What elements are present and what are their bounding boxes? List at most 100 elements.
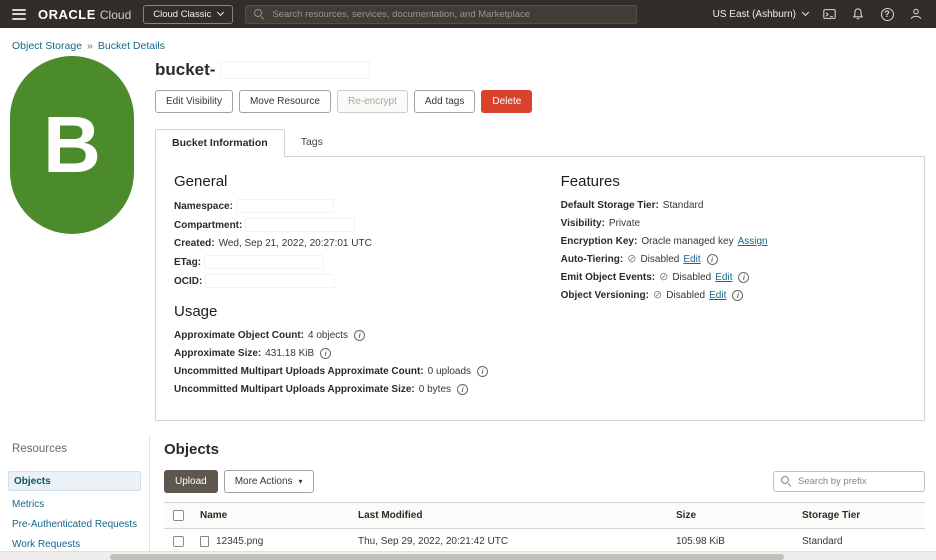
emit-object-events-value: Disabled: [672, 272, 711, 283]
disabled-icon: ⊘: [653, 290, 662, 301]
usage-multipart-size-row: Uncommitted Multipart Uploads Approximat…: [174, 384, 555, 395]
usage-multipart-count-row: Uncommitted Multipart Uploads Approximat…: [174, 366, 555, 377]
ocid-row: OCID:: [174, 275, 555, 287]
tab-bucket-information[interactable]: Bucket Information: [155, 129, 285, 157]
region-selector[interactable]: US East (Ashburn): [713, 9, 808, 20]
emit-object-events-label: Emit Object Events:: [561, 272, 655, 283]
sidebar-item-metrics[interactable]: Metrics: [0, 494, 149, 514]
info-icon[interactable]: i: [707, 254, 718, 265]
usage-multipart-count-value: 0 uploads: [428, 366, 471, 377]
storage-tier-value: Standard: [663, 200, 704, 211]
breadcrumb: Object Storage » Bucket Details: [0, 28, 936, 52]
visibility-row: Visibility: Private: [561, 218, 906, 229]
upload-button[interactable]: Upload: [164, 470, 218, 493]
object-versioning-edit-link[interactable]: Edit: [709, 290, 726, 301]
compartment-row: Compartment:: [174, 219, 555, 231]
assign-link[interactable]: Assign: [738, 236, 768, 247]
info-icon[interactable]: i: [738, 272, 749, 283]
brand-oracle: ORACLE: [38, 7, 96, 22]
usage-object-count-row: Approximate Object Count: 4 objects i: [174, 330, 555, 341]
objects-heading: Objects: [164, 441, 925, 458]
auto-tiering-row: Auto-Tiering: ⊘ Disabled Edit i: [561, 254, 906, 265]
delete-button[interactable]: Delete: [481, 90, 532, 113]
cloud-shell-icon[interactable]: [821, 6, 837, 22]
objects-table-header-row: Name Last Modified Size Storage Tier: [164, 503, 925, 529]
visibility-value: Private: [609, 218, 640, 229]
visibility-label: Visibility:: [561, 218, 605, 229]
more-actions-button[interactable]: More Actions ▾: [224, 470, 314, 493]
sidebar-item-pre-authenticated-requests[interactable]: Pre-Authenticated Requests: [0, 514, 149, 534]
global-search-input[interactable]: [272, 9, 628, 20]
help-icon[interactable]: ?: [879, 6, 895, 22]
storage-tier-row: Default Storage Tier: Standard: [561, 200, 906, 211]
usage-object-count-value: 4 objects: [308, 330, 348, 341]
column-header-size: Size: [668, 503, 794, 529]
column-header-last-modified: Last Modified: [350, 503, 668, 529]
search-icon: [254, 9, 265, 20]
scrollbar-thumb[interactable]: [110, 554, 784, 560]
horizontal-scrollbar[interactable]: [0, 551, 936, 560]
auto-tiering-edit-link[interactable]: Edit: [683, 254, 700, 265]
features-section: Features Default Storage Tier: Standard …: [555, 173, 906, 402]
encryption-key-row: Encryption Key: Oracle managed key Assig…: [561, 236, 906, 247]
move-resource-button[interactable]: Move Resource: [239, 90, 331, 113]
add-tags-button[interactable]: Add tags: [414, 90, 475, 113]
breadcrumb-object-storage[interactable]: Object Storage: [12, 40, 82, 52]
profile-icon[interactable]: [908, 6, 924, 22]
hamburger-menu-icon[interactable]: [12, 9, 26, 20]
bucket-information-panel: General Namespace: Compartment: Created:…: [155, 156, 925, 421]
breadcrumb-separator: »: [87, 40, 93, 52]
header-right: US East (Ashburn) ?: [713, 6, 924, 22]
redacted-ocid-value: [206, 275, 334, 287]
etag-row: ETag:: [174, 256, 555, 268]
lower-section: Resources Objects Metrics Pre-Authentica…: [0, 435, 936, 560]
disabled-icon: ⊘: [627, 254, 636, 265]
bucket-badge-icon: B: [10, 56, 134, 234]
app-header: ORACLE Cloud Cloud Classic US East (Ashb…: [0, 0, 936, 28]
usage-size-label: Approximate Size:: [174, 348, 261, 359]
re-encrypt-button[interactable]: Re-encrypt: [337, 90, 408, 113]
emit-object-events-edit-link[interactable]: Edit: [715, 272, 732, 283]
tabstrip: Bucket Information Tags: [155, 129, 925, 156]
chevron-down-icon: [802, 9, 809, 16]
auto-tiering-value: Disabled: [640, 254, 679, 265]
namespace-row: Namespace:: [174, 200, 555, 212]
column-header-name: Name: [192, 503, 350, 529]
info-icon[interactable]: i: [732, 290, 743, 301]
tab-tags[interactable]: Tags: [285, 129, 339, 156]
encryption-key-label: Encryption Key:: [561, 236, 638, 247]
auto-tiering-label: Auto-Tiering:: [561, 254, 624, 265]
redacted-bucket-name: [221, 62, 369, 78]
main-content: bucket- Edit Visibility Move Resource Re…: [155, 60, 936, 421]
features-heading: Features: [561, 173, 906, 190]
resources-sidebar: Resources Objects Metrics Pre-Authentica…: [0, 435, 150, 560]
page-title: bucket-: [155, 60, 215, 80]
caret-down-icon: ▾: [299, 478, 303, 486]
breadcrumb-bucket-details[interactable]: Bucket Details: [98, 40, 165, 52]
emit-object-events-row: Emit Object Events: ⊘ Disabled Edit i: [561, 272, 906, 283]
prefix-search[interactable]: [773, 471, 925, 492]
created-row: Created: Wed, Sep 21, 2022, 20:27:01 UTC: [174, 238, 555, 249]
created-value: Wed, Sep 21, 2022, 20:27:01 UTC: [219, 238, 372, 249]
info-icon[interactable]: i: [320, 348, 331, 359]
general-heading: General: [174, 173, 555, 190]
info-icon[interactable]: i: [477, 366, 488, 377]
brand-cloud: Cloud: [100, 8, 131, 22]
select-all-checkbox[interactable]: [173, 510, 184, 521]
usage-multipart-count-label: Uncommitted Multipart Uploads Approximat…: [174, 366, 424, 377]
page-title-row: bucket-: [155, 60, 925, 80]
prefix-search-input[interactable]: [798, 476, 917, 487]
row-checkbox[interactable]: [173, 536, 184, 547]
object-versioning-value: Disabled: [666, 290, 705, 301]
sidebar-item-objects[interactable]: Objects: [8, 471, 141, 491]
edit-visibility-button[interactable]: Edit Visibility: [155, 90, 233, 113]
usage-heading: Usage: [174, 303, 555, 320]
bucket-actions: Edit Visibility Move Resource Re-encrypt…: [155, 90, 925, 113]
notifications-bell-icon[interactable]: [850, 6, 866, 22]
bucket-badge-letter: B: [43, 105, 101, 185]
cloud-classic-button[interactable]: Cloud Classic: [143, 5, 233, 24]
chevron-down-icon: [217, 9, 224, 16]
info-icon[interactable]: i: [457, 384, 468, 395]
info-icon[interactable]: i: [354, 330, 365, 341]
global-search[interactable]: [245, 5, 637, 24]
